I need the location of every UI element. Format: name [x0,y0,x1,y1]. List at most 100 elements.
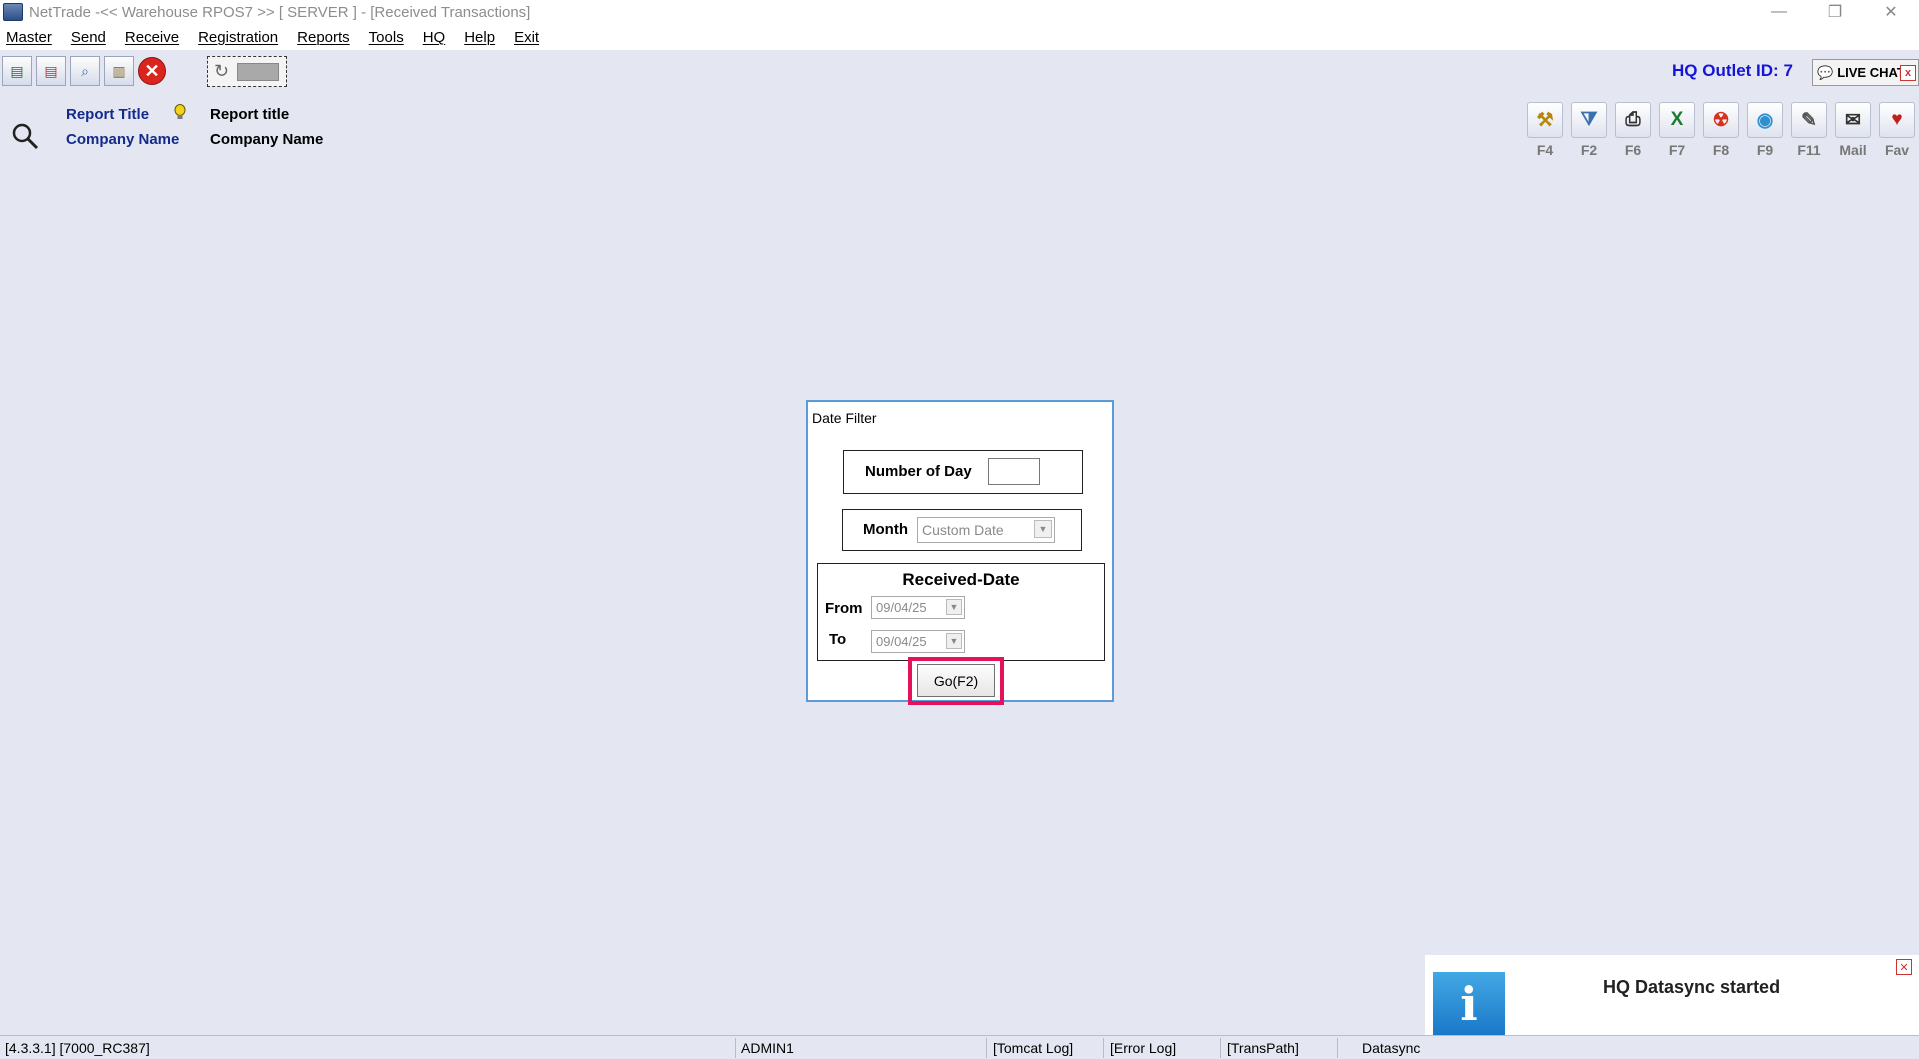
menu-exit[interactable]: Exit [514,29,539,46]
title-bar: NetTrade -<< Warehouse RPOS7 >> [ SERVER… [0,0,1919,24]
menu-hq[interactable]: HQ [423,29,446,46]
received-date-title: Received-Date [902,570,1020,589]
report-title-value: Report title [210,106,290,123]
number-of-day-label: Number of Day [865,463,972,480]
tool-f4[interactable]: ⚒ F4 [1523,102,1567,158]
live-chat-label: LIVE CHAT [1837,65,1905,80]
status-divider [1337,1038,1338,1058]
from-label: From [825,600,863,617]
minimize-button[interactable]: — [1751,0,1807,24]
tool-key-label: F8 [1712,142,1730,158]
html-icon[interactable]: ◉ [1747,102,1783,138]
refresh-icon[interactable]: ↻ [214,61,229,82]
error-log-link[interactable]: [Error Log] [1110,1040,1176,1056]
tool-fav[interactable]: ♥ Fav [1875,102,1919,158]
mail-icon[interactable]: ✉ [1835,102,1871,138]
lightbulb-icon[interactable] [173,104,187,122]
dialog-title: Date Filter [812,410,877,426]
tool-f9[interactable]: ◉ F9 [1743,102,1787,158]
edit-icon[interactable]: ✎ [1791,102,1827,138]
status-divider [1220,1038,1221,1058]
month-select-value: Custom Date [922,522,1004,538]
close-red-icon[interactable]: ✕ [138,57,166,85]
to-date-picker[interactable]: 09/04/25 ▼ [871,630,965,653]
tool-key-label: F9 [1756,142,1774,158]
received-date-group: Received-Date From 09/04/25 ▼ To 09/04/2… [817,563,1105,661]
datasync-notification: i HQ Datasync started ✕ [1425,955,1919,1035]
chevron-down-icon[interactable]: ▼ [1034,520,1052,538]
tomcat-log-link[interactable]: [Tomcat Log] [993,1040,1073,1056]
chevron-down-icon[interactable]: ▼ [946,633,962,649]
company-name-label: Company Name [66,131,180,148]
live-chat-button[interactable]: 💬 LIVE CHAT x [1812,59,1919,86]
info-icon: i [1433,972,1505,1035]
menu-master[interactable]: Master [6,29,52,46]
status-bar: [4.3.3.1] [7000_RC387] ADMIN1 [Tomcat Lo… [0,1035,1919,1059]
tool-f6[interactable]: ⎙ F6 [1611,102,1655,158]
status-divider [735,1038,736,1058]
go-button[interactable]: Go(F2) [917,664,995,697]
excel-icon[interactable]: X [1659,102,1695,138]
report-tools: ⚒ F4 ⧩ F2 ⎙ F6 X F7 ☢ F8 ◉ F9 ✎ F11 ✉ Ma… [1523,102,1919,158]
from-date-value: 09/04/25 [876,600,927,615]
menu-send[interactable]: Send [71,29,106,46]
notification-message: HQ Datasync started [1603,977,1781,997]
refresh-progress-bar [237,62,280,81]
favorite-icon[interactable]: ♥ [1879,102,1915,138]
tool-key-label: F4 [1536,142,1554,158]
month-group: Month Custom Date ▼ [842,509,1082,551]
number-of-day-group: Number of Day [843,450,1083,494]
tool-key-label: Fav [1884,142,1910,158]
menu-registration[interactable]: Registration [198,29,278,46]
tool-mail[interactable]: ✉ Mail [1831,102,1875,158]
to-date-value: 09/04/25 [876,634,927,649]
from-date-picker[interactable]: 09/04/25 ▼ [871,596,965,619]
menu-help[interactable]: Help [464,29,495,46]
tool-key-label: F11 [1797,142,1821,158]
trans-path-link[interactable]: [TransPath] [1227,1040,1299,1056]
menu-bar: Master Send Receive Registration Reports… [0,24,1919,50]
notification-close-icon[interactable]: ✕ [1896,959,1912,975]
tool-f8[interactable]: ☢ F8 [1699,102,1743,158]
status-divider [986,1038,987,1058]
menu-tools[interactable]: Tools [369,29,404,46]
search-doc-icon[interactable]: ⌕ [70,56,100,86]
restore-button[interactable]: ❐ [1807,0,1863,24]
main-toolbar: ▤ ▤ ⌕ ▥ ✕ [2,56,166,86]
live-chat-close-icon[interactable]: x [1900,65,1916,81]
search-icon[interactable] [10,121,40,151]
menu-receive[interactable]: Receive [125,29,179,46]
chat-bubble-icon: 💬 [1817,64,1834,80]
window-title: NetTrade -<< Warehouse RPOS7 >> [ SERVER… [29,3,531,21]
new-doc-icon[interactable]: ▤ [2,56,32,86]
status-user: ADMIN1 [741,1040,794,1056]
tools-icon[interactable]: ⚒ [1527,102,1563,138]
tool-key-label: F6 [1624,142,1642,158]
print-icon[interactable]: ⎙ [1615,102,1651,138]
number-of-day-input[interactable] [988,458,1040,485]
status-divider [1103,1038,1104,1058]
datasync-status: Datasync [1362,1040,1421,1056]
tool-f11[interactable]: ✎ F11 [1787,102,1831,158]
menu-reports[interactable]: Reports [297,29,350,46]
tool-key-label: Mail [1839,142,1867,158]
status-version: [4.3.3.1] [7000_RC387] [5,1040,150,1056]
refresh-control[interactable]: ↻ [207,56,287,87]
clipboard-icon[interactable]: ▥ [104,56,134,86]
month-select[interactable]: Custom Date ▼ [917,517,1055,543]
filter-icon[interactable]: ⧩ [1571,102,1607,138]
chevron-down-icon[interactable]: ▼ [946,599,962,615]
company-name-value: Company Name [210,131,324,148]
to-label: To [829,631,847,648]
tool-key-label: F2 [1580,142,1598,158]
delete-doc-icon[interactable]: ▤ [36,56,66,86]
app-logo-icon [3,3,23,21]
month-label: Month [863,521,908,538]
hq-outlet-id: HQ Outlet ID: 7 [1672,61,1793,80]
close-window-button[interactable]: ✕ [1863,0,1919,24]
window-controls: — ❐ ✕ [1751,0,1919,24]
pdf-icon[interactable]: ☢ [1703,102,1739,138]
tool-f2[interactable]: ⧩ F2 [1567,102,1611,158]
tool-f7[interactable]: X F7 [1655,102,1699,158]
report-title-label: Report Title [66,106,150,123]
